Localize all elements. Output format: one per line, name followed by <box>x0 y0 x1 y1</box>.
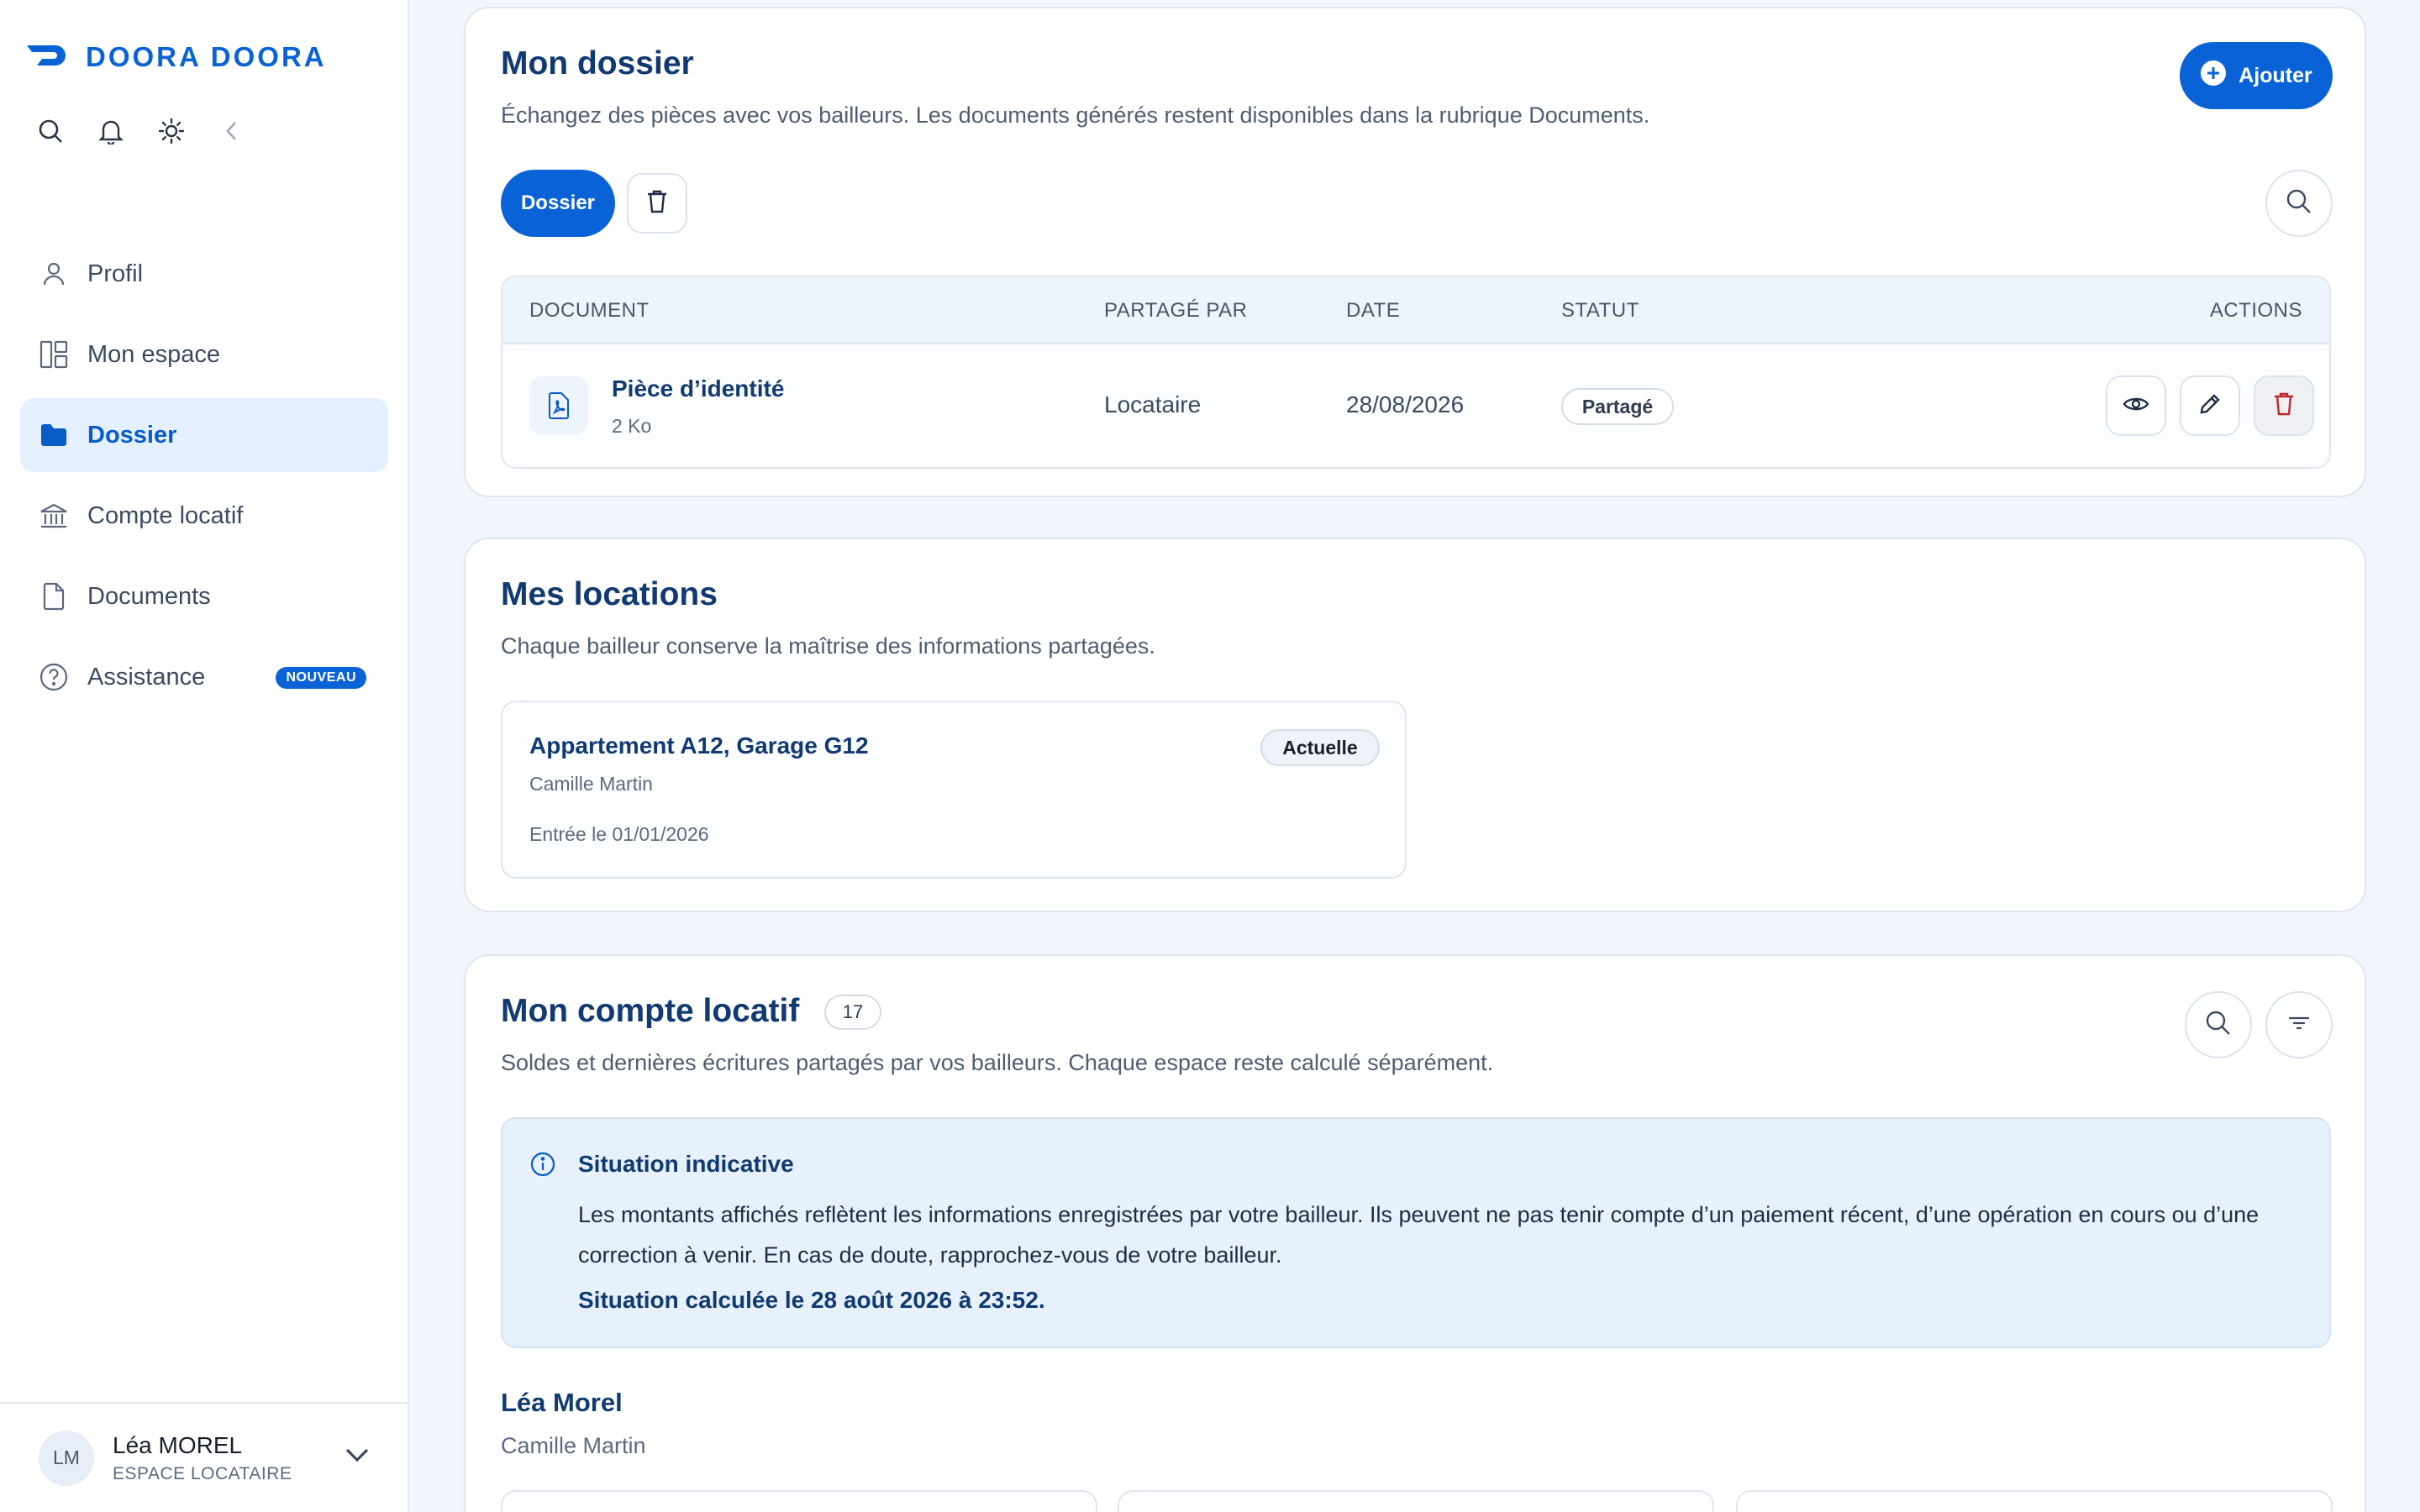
delete-button[interactable] <box>2254 375 2314 436</box>
user-role: ESPACE LOCATAIRE <box>113 1463 292 1483</box>
sidebar-item-label: Assistance <box>87 663 206 690</box>
brand-name: DOORA DOORA <box>86 41 327 72</box>
add-button[interactable]: Ajouter <box>2180 42 2333 109</box>
dossier-card: Mon dossier Échangez des pièces avec vos… <box>464 7 2366 497</box>
sidebar-item-documents[interactable]: Documents <box>20 559 388 633</box>
balance-card[interactable] <box>501 1490 1097 1512</box>
location-entry-date: Entrée le 01/01/2026 <box>529 823 709 845</box>
info-callout: Situation indicative Les montants affich… <box>501 1117 2331 1348</box>
column-shared-by: PARTAGÉ PAR <box>1104 299 1248 322</box>
avatar: LM <box>39 1430 94 1486</box>
plus-circle-icon <box>2200 60 2227 92</box>
search-icon[interactable] <box>35 116 66 146</box>
dossier-title: Mon dossier <box>501 45 694 81</box>
table-row[interactable]: Pièce d’identité 2 Ko Locataire 28/08/20… <box>502 344 2329 467</box>
location-item[interactable]: Appartement A12, Garage G12 Camille Mart… <box>501 701 1407 879</box>
sidebar-item-mon-espace[interactable]: Mon espace <box>20 318 388 391</box>
user-name: Léa MOREL <box>113 1431 243 1458</box>
table-header: DOCUMENT PARTAGÉ PAR DATE STATUT ACTIONS <box>502 277 2329 344</box>
user-menu[interactable]: LM Léa MOREL ESPACE LOCATAIRE <box>0 1402 408 1512</box>
date-cell: 28/08/2026 <box>1346 391 1465 417</box>
view-button[interactable] <box>2106 375 2166 436</box>
sidebar-item-profil[interactable]: Profil <box>20 237 388 311</box>
filter-dossier-button[interactable]: Dossier <box>501 170 615 237</box>
user-icon <box>39 259 69 289</box>
entries-count-badge: 17 <box>824 995 881 1030</box>
document-icon <box>39 581 69 612</box>
column-actions: ACTIONS <box>2209 299 2302 322</box>
shared-by-cell: Locataire <box>1104 391 1202 417</box>
document-name[interactable]: Pièce d’identité <box>612 375 784 402</box>
document-size: 2 Ko <box>612 415 652 437</box>
account-filter-button[interactable] <box>2265 991 2333 1058</box>
collapse-icon[interactable] <box>217 116 247 146</box>
documents-table: DOCUMENT PARTAGÉ PAR DATE STATUT ACTIONS… <box>501 276 2331 469</box>
sidebar: DOORA DOORA Profil Mon espace Dossier Co… <box>0 0 409 1512</box>
landlord-name: Camille Martin <box>501 1433 646 1458</box>
chevron-down-icon[interactable] <box>344 1446 371 1468</box>
new-badge: NOUVEAU <box>276 667 366 689</box>
sidebar-nav: Profil Mon espace Dossier Compte locatif… <box>20 237 388 721</box>
sidebar-toolbar <box>35 116 247 146</box>
folder-icon <box>39 420 69 450</box>
pdf-file-icon <box>529 376 588 435</box>
account-search-button[interactable] <box>2185 991 2252 1058</box>
dashboard-icon <box>39 339 69 370</box>
sidebar-item-label: Mon espace <box>87 340 220 368</box>
add-button-label: Ajouter <box>2238 63 2312 87</box>
column-document: DOCUMENT <box>529 299 650 322</box>
trash-icon <box>645 189 669 218</box>
trash-filter-button[interactable] <box>627 173 687 234</box>
sidebar-item-label: Profil <box>87 260 144 287</box>
sidebar-item-compte-locatif[interactable]: Compte locatif <box>20 479 388 553</box>
search-icon <box>2204 1009 2233 1042</box>
bell-icon[interactable] <box>96 116 126 146</box>
info-text: Les montants affichés reflètent les info… <box>578 1202 2260 1268</box>
sidebar-item-assistance[interactable]: Assistance NOUVEAU <box>20 640 388 714</box>
sidebar-item-label: Dossier <box>87 421 177 449</box>
column-date: DATE <box>1346 299 1401 322</box>
edit-button[interactable] <box>2180 375 2240 436</box>
help-icon <box>39 662 69 692</box>
account-title: Mon compte locatif <box>501 993 800 1029</box>
eye-icon <box>2123 395 2149 417</box>
column-status: STATUT <box>1561 299 1639 322</box>
info-icon <box>529 1151 556 1182</box>
sidebar-item-label: Compte locatif <box>87 501 244 529</box>
sidebar-item-dossier[interactable]: Dossier <box>20 398 388 472</box>
balance-card[interactable] <box>1736 1490 2333 1512</box>
locations-card: Mes locations Chaque bailleur conserve l… <box>464 538 2366 912</box>
sun-icon[interactable] <box>156 116 187 146</box>
account-subtitle: Soldes et dernières écritures partagés p… <box>501 1050 1494 1075</box>
locations-title: Mes locations <box>501 576 718 612</box>
search-icon <box>2285 187 2313 220</box>
brand-logo[interactable]: DOORA DOORA <box>25 41 327 72</box>
dossier-search-button[interactable] <box>2265 170 2333 237</box>
dossier-subtitle: Échangez des pièces avec vos bailleurs. … <box>501 102 1650 128</box>
status-badge: Partagé <box>1561 388 1674 425</box>
trash-icon <box>2272 391 2296 421</box>
sidebar-item-label: Documents <box>87 582 211 610</box>
info-title: Situation indicative <box>578 1151 794 1177</box>
balance-card[interactable] <box>1118 1490 1714 1512</box>
location-owner: Camille Martin <box>529 773 653 795</box>
account-card: Mon compte locatif 17 Soldes et dernière… <box>464 954 2366 1512</box>
info-calculated-at: Situation calculée le 28 août 2026 à 23:… <box>578 1287 1045 1313</box>
filter-icon <box>2287 1015 2311 1036</box>
tenant-name: Léa Morel <box>501 1388 623 1417</box>
filter-dossier-label: Dossier <box>520 192 596 214</box>
locations-subtitle: Chaque bailleur conserve la maîtrise des… <box>501 633 1155 659</box>
location-title: Appartement A12, Garage G12 <box>529 732 869 759</box>
location-status-badge: Actuelle <box>1260 729 1380 766</box>
bank-icon <box>39 501 69 531</box>
logo-mark-icon <box>25 43 74 72</box>
pencil-icon <box>2198 392 2222 420</box>
